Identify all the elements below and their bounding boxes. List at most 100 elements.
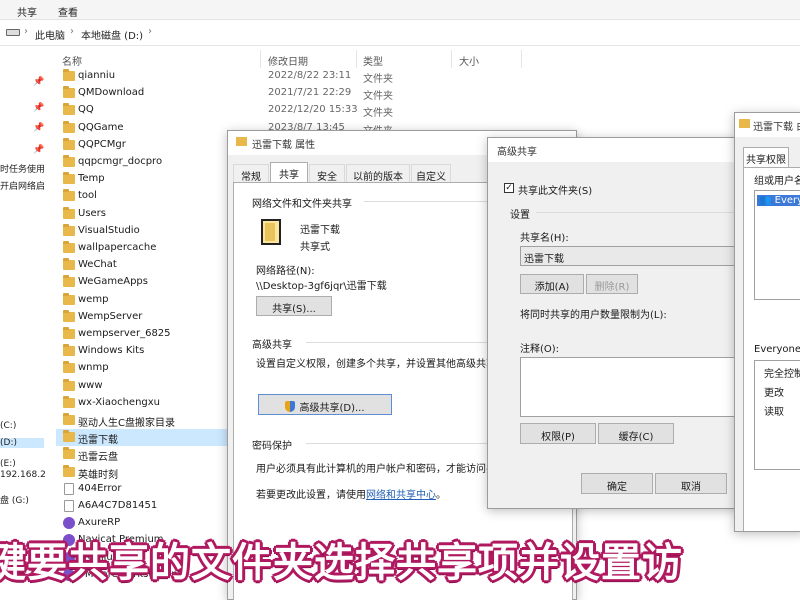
advanced-sharing-titlebar[interactable]: 高级共享 — [488, 138, 738, 162]
user-limit-label: 将同时共享的用户数量限制为(L): — [520, 310, 667, 321]
share-status: 共享式 — [300, 242, 330, 253]
folder-icon — [739, 119, 750, 128]
network-path-value: \\Desktop-3gf6jqr\迅雷下载 — [256, 281, 387, 292]
group-divider — [536, 212, 734, 213]
section-advanced-sharing: 高级共享 — [252, 340, 292, 351]
column-divider[interactable] — [260, 50, 261, 68]
column-divider[interactable] — [521, 50, 522, 68]
file-type: 文件夹 — [363, 91, 393, 103]
properties-title: 迅雷下载 属性 — [252, 140, 316, 151]
permission-for-label: Everyone — [754, 344, 800, 355]
ok-button[interactable]: 确定 — [581, 473, 653, 494]
password-change-suffix: 。 — [436, 490, 446, 501]
file-name: Windows Kits — [78, 345, 145, 357]
folder-icon — [63, 275, 75, 288]
cancel-button[interactable]: 取消 — [655, 473, 727, 494]
nav-item[interactable]: 时任务使用 — [0, 162, 45, 175]
password-change-prefix: 若要更改此设置，请使用 — [256, 490, 366, 501]
file-name: 迅雷云盘 — [78, 452, 118, 464]
file-name: QQ — [78, 104, 94, 116]
tab-customize[interactable]: 自定义 — [411, 164, 451, 183]
nav-item-drive-c[interactable]: (C:) — [0, 421, 16, 431]
group-or-user-label: 组或用户名 — [754, 176, 800, 187]
tab-share-permissions[interactable]: 共享权限 — [743, 147, 789, 167]
breadcrumb-separator: › — [148, 26, 152, 37]
file-name: VisualStudio — [78, 224, 140, 236]
file-icon — [64, 500, 74, 512]
column-type[interactable]: 类型 — [363, 53, 383, 68]
folder-icon — [63, 120, 75, 133]
advanced-sharing-button[interactable]: 高级共享(D)... — [258, 394, 392, 415]
address-bar[interactable]: › 此电脑 › 本地磁盘 (D:) › — [0, 20, 800, 46]
breadcrumb-separator: › — [24, 26, 28, 37]
column-divider[interactable] — [451, 50, 452, 68]
comment-textarea[interactable] — [520, 357, 740, 417]
user-everyone[interactable]: 👥 Everyone — [757, 195, 800, 206]
column-name[interactable]: 名称 — [62, 53, 82, 68]
folder-icon — [63, 378, 75, 391]
breadcrumb-local-disk-d[interactable]: 本地磁盘 (D:) — [81, 27, 143, 42]
file-name: 英雄时刻 — [78, 469, 118, 481]
file-name: AxureRP — [78, 517, 121, 529]
caching-button[interactable]: 缓存(C) — [598, 423, 674, 444]
folder-icon — [63, 447, 75, 460]
advanced-sharing-button-label: 高级共享(D)... — [299, 403, 365, 414]
comment-label: 注释(O): — [520, 344, 560, 355]
file-row[interactable]: QQ 2022/12/20 15:33 文件夹 — [56, 102, 800, 119]
folder-icon — [63, 464, 75, 477]
ribbon-tab-share[interactable]: 共享 — [17, 4, 37, 19]
folder-icon — [63, 413, 75, 425]
perm-full-control: 完全控制 — [764, 369, 800, 380]
nav-item-drive-g[interactable]: 盘 (G:) — [0, 493, 29, 506]
file-row[interactable]: qianniu 2022/8/22 23:11 文件夹 — [56, 68, 800, 85]
file-type: 文件夹 — [363, 108, 393, 120]
ribbon-tab-view[interactable]: 查看 — [58, 4, 78, 19]
permissions-titlebar[interactable]: 迅雷下载 白 — [735, 113, 800, 137]
network-sharing-center-link[interactable]: 网络和共享中心 — [366, 490, 436, 501]
folder-icon — [63, 172, 75, 185]
network-path-label: 网络路径(N): — [256, 266, 315, 277]
remove-share-button[interactable]: 删除(R) — [586, 274, 638, 294]
nav-item-drive-d[interactable]: (D:) — [0, 438, 44, 448]
breadcrumb-this-pc[interactable]: 此电脑 — [35, 27, 65, 42]
column-date[interactable]: 修改日期 — [268, 53, 308, 68]
tab-sharing[interactable]: 共享 — [270, 162, 308, 182]
nav-item[interactable]: 开启网络启 — [0, 179, 45, 192]
uac-shield-icon — [285, 401, 296, 412]
file-name: WempServer — [78, 310, 143, 322]
file-name: 迅雷下载 — [78, 435, 118, 447]
column-divider[interactable] — [356, 50, 357, 68]
file-name: qqpcmgr_docpro — [78, 156, 163, 167]
tab-previous-versions[interactable]: 以前的版本 — [346, 164, 410, 183]
perm-read: 读取 — [764, 407, 784, 418]
share-button[interactable]: 共享(S)... — [256, 296, 332, 316]
folder-icon — [63, 69, 75, 81]
tab-security[interactable]: 安全 — [309, 164, 345, 183]
nav-item-drive-e[interactable]: (E:) — [0, 459, 16, 469]
folder-icon — [63, 155, 75, 167]
folder-icon — [63, 137, 75, 150]
share-name-value: 迅雷下载 — [524, 254, 564, 265]
share-folder-checkbox[interactable]: ✓ — [504, 183, 514, 193]
nav-item-network[interactable]: 192.168.2 — [0, 470, 46, 480]
section-password-protection: 密码保护 — [252, 441, 292, 452]
password-change-text: 若要更改此设置，请使用网络和共享中心。 — [256, 486, 446, 501]
share-name-label: 共享名(H): — [520, 233, 569, 244]
share-folder-label: 共享此文件夹(S) — [518, 186, 593, 197]
tab-general[interactable]: 常规 — [233, 164, 269, 183]
file-date: 2022/8/22 23:11 — [268, 70, 352, 81]
folder-icon — [63, 395, 75, 408]
folder-icon — [63, 309, 75, 322]
user-list[interactable] — [754, 190, 800, 300]
folder-icon — [63, 86, 75, 99]
perm-change: 更改 — [764, 388, 784, 399]
file-name: wnmp — [78, 362, 109, 374]
permissions-button[interactable]: 权限(P) — [520, 423, 596, 444]
file-name: WeGameApps — [78, 276, 148, 288]
file-row[interactable]: QMDownload 2021/7/21 22:29 文件夹 — [56, 85, 800, 102]
file-name: wx-Xiaochengxu — [78, 396, 161, 408]
add-share-button[interactable]: 添加(A) — [520, 274, 584, 294]
column-size[interactable]: 大小 — [459, 53, 479, 68]
folder-icon — [236, 137, 247, 146]
settings-group-label: 设置 — [510, 210, 530, 221]
